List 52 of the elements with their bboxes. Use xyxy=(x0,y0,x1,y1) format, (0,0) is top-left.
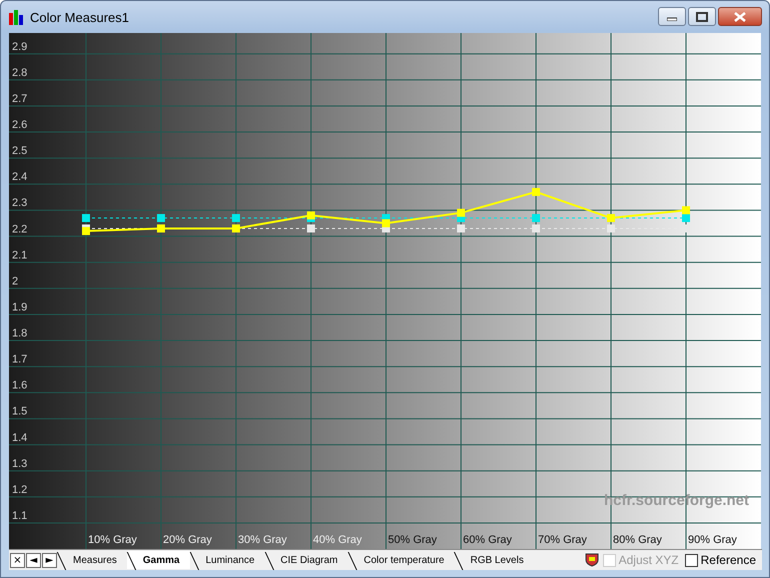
shield-icon xyxy=(584,553,599,567)
axis-label: 90% Gray xyxy=(688,534,737,546)
axis-label: 2.9 xyxy=(12,40,28,53)
axis-label: 2.2 xyxy=(12,223,28,236)
axis-label: 2.1 xyxy=(12,249,28,262)
axis-label: 1.5 xyxy=(12,406,28,418)
bar-chart-icon xyxy=(8,9,24,25)
axis-label: 1.6 xyxy=(12,380,28,392)
axis-label: 2.3 xyxy=(12,197,28,210)
axis-label: 40% Gray xyxy=(313,534,362,546)
nav-button[interactable]: ◄ xyxy=(26,552,41,568)
restore-icon xyxy=(696,12,708,22)
nav-button[interactable]: × xyxy=(10,552,25,568)
tab[interactable]: CIE Diagram xyxy=(264,551,348,569)
axis-label: 1.3 xyxy=(12,458,28,470)
axis-label: 10% Gray xyxy=(88,534,137,546)
axis-label: 2.6 xyxy=(12,119,28,132)
tab[interactable]: Luminance xyxy=(190,551,265,569)
data-point xyxy=(82,214,90,222)
window-title: Color Measures1 xyxy=(30,10,130,24)
tab[interactable]: Measures xyxy=(57,551,127,569)
axis-label: 2 xyxy=(12,275,18,288)
restore-button[interactable] xyxy=(688,7,716,26)
axis-label: 50% Gray xyxy=(388,534,437,546)
axis-label: 2.7 xyxy=(12,92,28,105)
tab[interactable]: Gamma xyxy=(126,551,190,569)
axis-label: 1.4 xyxy=(12,432,28,444)
close-button[interactable] xyxy=(718,7,762,26)
checkbox[interactable] xyxy=(684,554,698,566)
data-point xyxy=(232,214,240,222)
axis-label: 60% Gray xyxy=(463,534,512,546)
nav-button[interactable]: ► xyxy=(42,552,57,568)
tab[interactable]: RGB Levels xyxy=(454,551,534,569)
axis-label: 20% Gray xyxy=(163,534,212,546)
checkbox-label: Reference xyxy=(700,553,756,567)
axis-label: 2.5 xyxy=(12,145,28,158)
axis-label: 30% Gray xyxy=(238,534,287,546)
axis-label: 1.1 xyxy=(12,510,28,522)
axis-label: 1.9 xyxy=(12,301,28,314)
axis-label: 1.2 xyxy=(12,484,28,496)
tab[interactable]: Color temperature xyxy=(348,551,454,569)
close-icon xyxy=(734,12,746,22)
axis-label: 80% Gray xyxy=(613,534,662,546)
axis-label: 2.4 xyxy=(12,171,28,184)
minimize-button[interactable] xyxy=(658,7,686,26)
data-point xyxy=(157,214,165,222)
axis-label: 70% Gray xyxy=(538,534,587,546)
axis-label: 2.8 xyxy=(12,66,28,79)
axis-label: 1.8 xyxy=(12,328,28,340)
data-point xyxy=(532,214,540,222)
checkbox-label: Adjust XYZ xyxy=(618,553,679,567)
axis-label: 1.7 xyxy=(12,354,28,366)
